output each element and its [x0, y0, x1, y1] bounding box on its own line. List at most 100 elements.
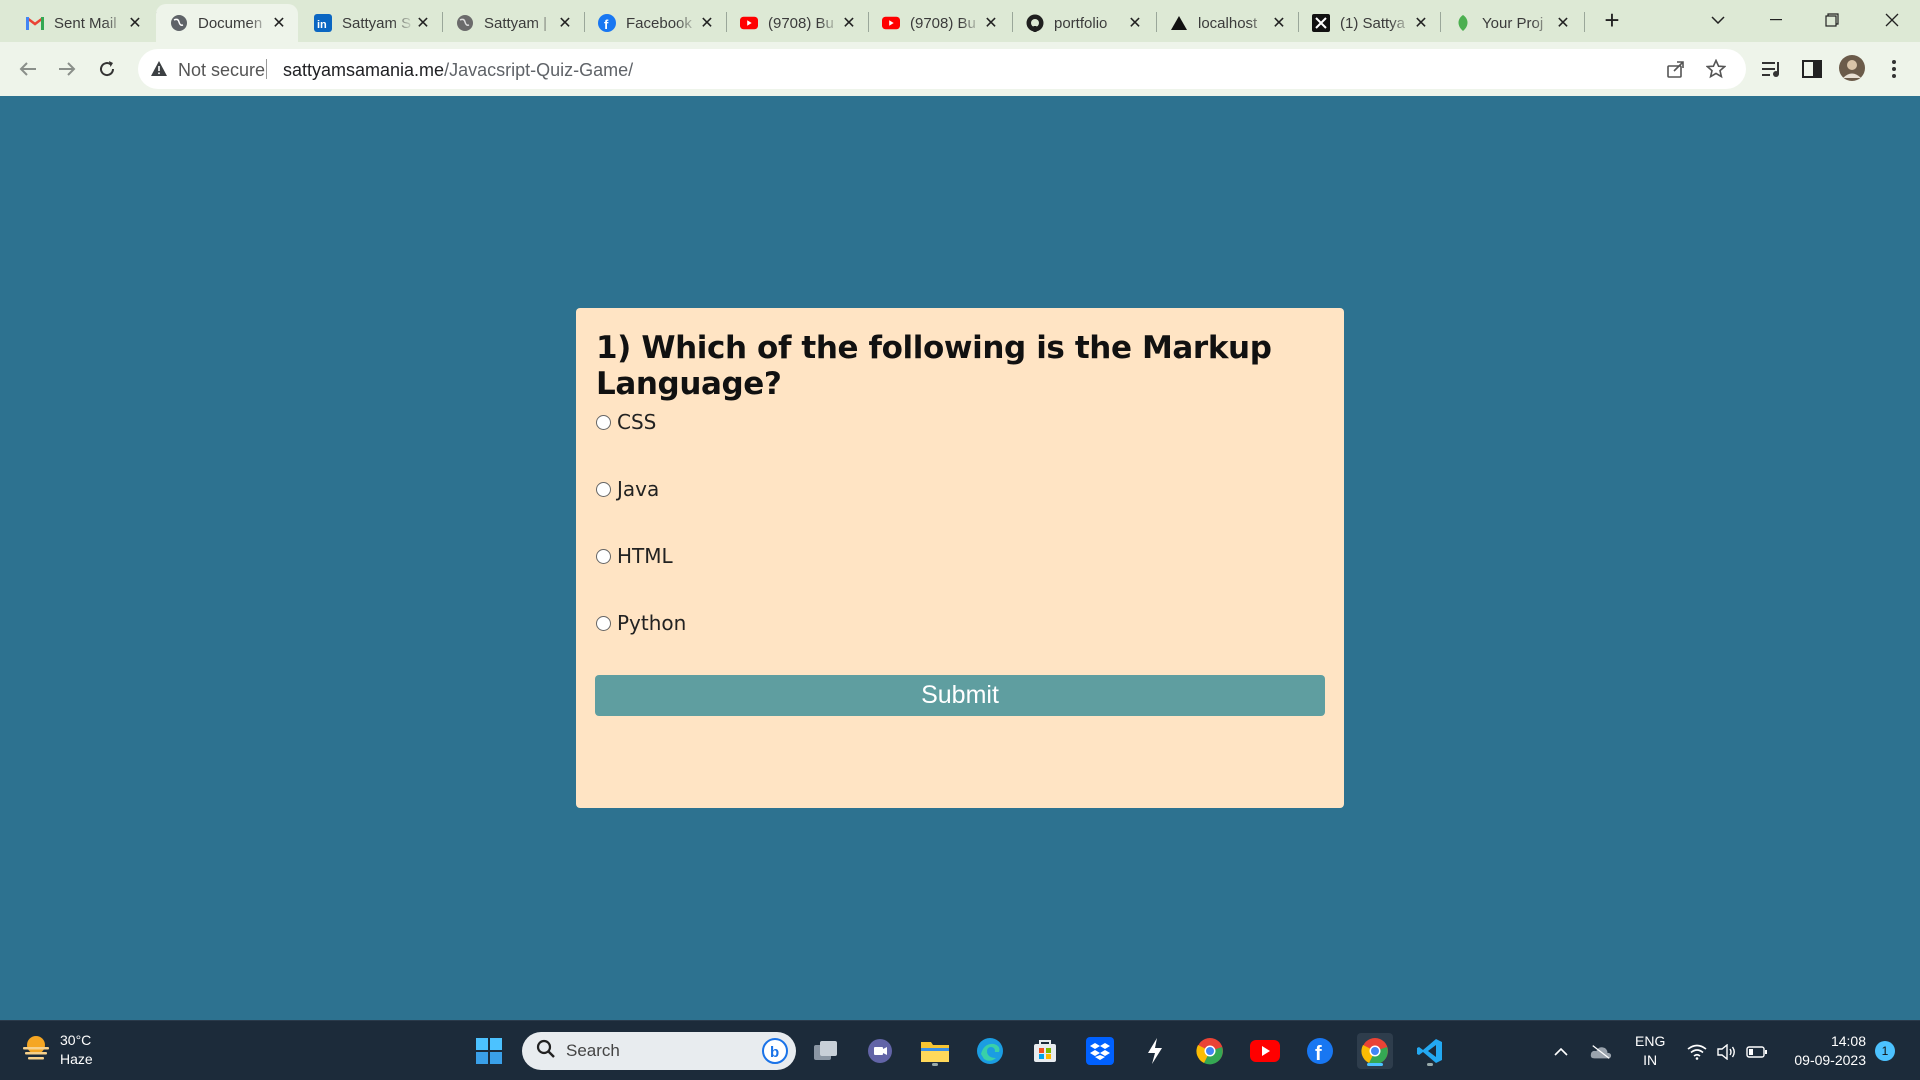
github-icon: [1026, 14, 1044, 32]
back-arrow-icon[interactable]: [12, 53, 44, 85]
lang-line2: IN: [1643, 1052, 1658, 1068]
submit-button[interactable]: Submit: [595, 675, 1325, 716]
search-icon: [536, 1039, 556, 1064]
minimize-icon[interactable]: [1748, 0, 1804, 40]
option-css[interactable]: CSS: [596, 410, 656, 434]
windows-start-icon[interactable]: [471, 1033, 507, 1069]
close-icon[interactable]: ✕: [270, 14, 288, 32]
bing-icon[interactable]: b: [762, 1038, 788, 1069]
chrome-icon[interactable]: [1192, 1033, 1228, 1069]
close-icon[interactable]: ✕: [414, 14, 432, 32]
file-explorer-icon[interactable]: [917, 1033, 953, 1069]
tab-your-project[interactable]: Your Proj ✕: [1440, 4, 1582, 42]
active-indicator: [1367, 1063, 1383, 1066]
security-status[interactable]: Not secure: [178, 60, 265, 81]
option-label: Python: [617, 611, 687, 635]
radio-button[interactable]: [596, 481, 611, 497]
tab-github[interactable]: portfolio ✕: [1012, 4, 1154, 42]
volume-icon[interactable]: [1716, 1041, 1738, 1063]
reload-icon[interactable]: [91, 53, 123, 85]
question-text: 1) Which of the following is the Markup …: [596, 330, 1272, 402]
search-placeholder: Search: [566, 1041, 620, 1060]
close-icon[interactable]: ✕: [556, 14, 574, 32]
tab-youtube-1[interactable]: (9708) Bu ✕: [726, 4, 868, 42]
lightning-app-icon[interactable]: [1137, 1033, 1173, 1069]
tab-sent-mail[interactable]: Sent Mail ✕: [12, 4, 154, 42]
share-icon[interactable]: [1666, 59, 1686, 79]
close-icon[interactable]: ✕: [698, 14, 716, 32]
tab-localhost[interactable]: localhost ✕: [1156, 4, 1298, 42]
tab-sattyam[interactable]: Sattyam | ✕: [442, 4, 584, 42]
microsoft-store-icon[interactable]: [1027, 1033, 1063, 1069]
clock-time: 14:08: [1830, 1033, 1866, 1049]
weather-widget[interactable]: 30°C Haze: [20, 1031, 93, 1069]
tab-linkedin[interactable]: in Sattyam S ✕: [300, 4, 442, 42]
tab-label: (1) Sattya: [1340, 14, 1406, 32]
taskbar-search[interactable]: Search b: [522, 1032, 796, 1070]
new-tab-plus-icon[interactable]: +: [1598, 5, 1626, 35]
dropbox-icon[interactable]: [1082, 1033, 1118, 1069]
gmail-icon: [26, 14, 44, 32]
youtube-icon: [740, 14, 758, 32]
url-text[interactable]: sattyamsamania.me/Javacsript-Quiz-Game/: [283, 60, 633, 81]
option-label: CSS: [617, 410, 657, 434]
youtube-icon[interactable]: [1247, 1033, 1283, 1069]
onedrive-offline-icon[interactable]: [1590, 1041, 1612, 1063]
facebook-icon[interactable]: f: [1302, 1033, 1338, 1069]
clock-date: 09-09-2023: [1794, 1052, 1866, 1068]
teams-chat-icon[interactable]: [862, 1033, 898, 1069]
radio-button[interactable]: [596, 414, 611, 430]
task-view-icon[interactable]: [808, 1033, 844, 1069]
forward-arrow-icon[interactable]: [51, 53, 83, 85]
vscode-icon[interactable]: [1412, 1033, 1448, 1069]
linkedin-icon: in: [314, 14, 332, 32]
close-icon[interactable]: ✕: [1554, 14, 1572, 32]
leaf-icon: [1454, 14, 1472, 32]
avatar[interactable]: [1838, 54, 1866, 82]
radio-button[interactable]: [596, 548, 611, 564]
close-icon[interactable]: ✕: [840, 14, 858, 32]
wifi-icon[interactable]: [1686, 1041, 1708, 1063]
youtube-icon: [882, 14, 900, 32]
system-clock[interactable]: 14:08 09-09-2023: [1786, 1032, 1866, 1070]
tab-label: Documen: [198, 14, 263, 32]
tab-search-chevron-icon[interactable]: [1690, 0, 1746, 40]
address-bar[interactable]: Not secure sattyamsamania.me/Javacsript-…: [138, 49, 1746, 89]
tab-document[interactable]: Documen ✕: [156, 4, 298, 42]
input-language[interactable]: ENG IN: [1635, 1032, 1665, 1070]
side-panel-icon[interactable]: [1800, 57, 1824, 81]
tab-youtube-2[interactable]: (9708) Bu ✕: [868, 4, 1010, 42]
restore-icon[interactable]: [1804, 0, 1860, 40]
svg-text:f: f: [1315, 1043, 1322, 1065]
url-path: /Javacsript-Quiz-Game/: [444, 60, 634, 80]
close-icon[interactable]: ✕: [1126, 14, 1144, 32]
chrome-active-icon[interactable]: [1357, 1033, 1393, 1069]
close-icon[interactable]: ✕: [126, 14, 144, 32]
radio-button[interactable]: [596, 615, 611, 631]
svg-text:b: b: [770, 1044, 779, 1061]
option-html[interactable]: HTML: [596, 544, 673, 568]
chevron-up-icon[interactable]: [1550, 1041, 1572, 1063]
tab-facebook[interactable]: f Facebook ✕: [584, 4, 726, 42]
close-icon[interactable]: ✕: [982, 14, 1000, 32]
tab-x[interactable]: (1) Sattya ✕: [1298, 4, 1440, 42]
close-icon[interactable]: ✕: [1412, 14, 1430, 32]
running-indicator: [1427, 1063, 1433, 1066]
window-close-icon[interactable]: [1864, 0, 1920, 40]
bookmark-star-icon[interactable]: [1705, 58, 1727, 79]
notification-badge[interactable]: 1: [1875, 1041, 1895, 1061]
svg-text:f: f: [604, 17, 609, 32]
tab-label: localhost: [1198, 14, 1258, 32]
option-java[interactable]: Java: [596, 477, 659, 501]
option-label: HTML: [617, 544, 673, 568]
close-icon[interactable]: ✕: [1270, 14, 1288, 32]
kebab-menu-icon[interactable]: [1882, 57, 1906, 81]
media-queue-icon[interactable]: [1760, 57, 1784, 81]
option-python[interactable]: Python: [596, 611, 686, 635]
edge-icon[interactable]: [972, 1033, 1008, 1069]
running-indicator: [932, 1063, 938, 1066]
warning-icon[interactable]: [150, 60, 168, 78]
svg-text:in: in: [317, 19, 327, 31]
battery-icon[interactable]: [1746, 1041, 1768, 1063]
divider: [266, 59, 267, 79]
